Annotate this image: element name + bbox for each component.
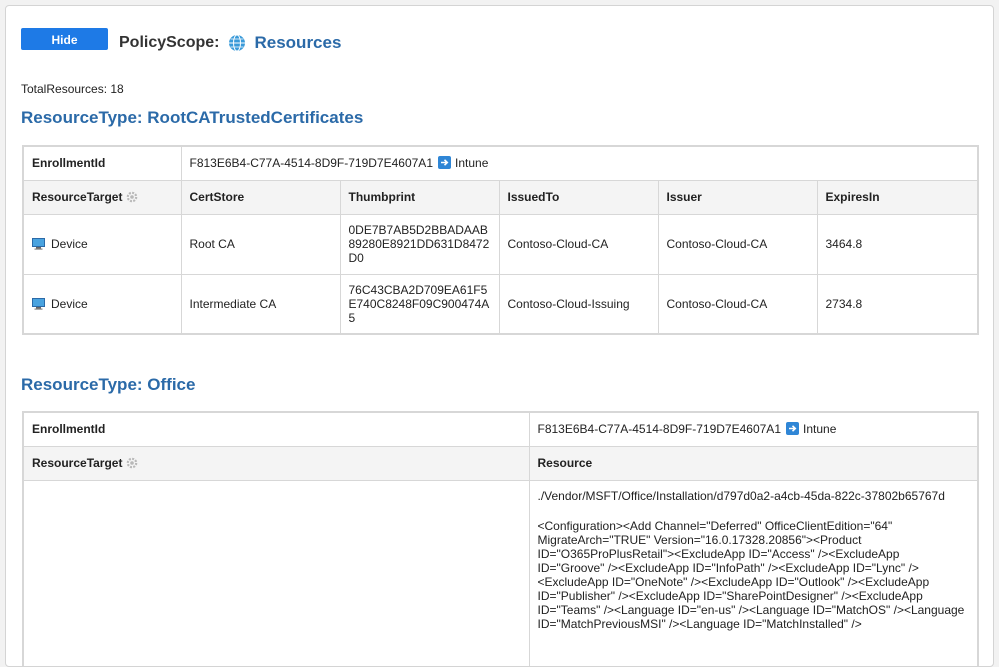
target-cell: Device <box>22 273 182 335</box>
office-table: EnrollmentId F813E6B4-C77A-4514-8D9F-719… <box>22 411 979 666</box>
header-row: ResourceTarget Resource <box>22 445 979 481</box>
issuedto-cell: Contoso-Cloud-Issuing <box>498 273 659 335</box>
column-header-certstore: CertStore <box>180 179 341 215</box>
gear-icon[interactable] <box>126 191 138 203</box>
issuer-cell: Contoso-Cloud-CA <box>657 213 818 275</box>
report-panel: Hide PolicyScope: Resources TotalResourc… <box>5 5 994 667</box>
column-header-thumbprint: Thumbprint <box>339 179 500 215</box>
expiresin-cell: 3464.8 <box>816 213 979 275</box>
table-row: Device Intermediate CA 76C43CBA2D709EA61… <box>22 273 979 335</box>
arrow-right-icon <box>438 156 451 170</box>
column-header-issuedto: IssuedTo <box>498 179 659 215</box>
policy-scope: PolicyScope: Resources <box>119 33 341 53</box>
resource-cell: ./Vendor/MSFT/Office/Installation/d797d0… <box>528 479 979 666</box>
thumbprint-cell: 76C43CBA2D709EA61F5E740C8248F09C900474A5 <box>339 273 500 335</box>
computer-icon <box>32 238 45 250</box>
enrollment-label: EnrollmentId <box>22 145 182 181</box>
resource-config: <Configuration><Add Channel="Deferred" O… <box>537 518 965 631</box>
policy-scope-label: PolicyScope: <box>119 34 220 51</box>
table-row: ./Vendor/MSFT/Office/Installation/d797d0… <box>22 479 979 666</box>
enrollment-row: EnrollmentId F813E6B4-C77A-4514-8D9F-719… <box>22 411 979 447</box>
certstore-cell: Root CA <box>180 213 341 275</box>
thumbprint-cell: 0DE7B7AB5D2BBADAAB89280E8921DD631D8472D0 <box>339 213 500 275</box>
enrollment-provider: Intune <box>455 156 489 171</box>
enrollment-id: F813E6B4-C77A-4514-8D9F-719D7E4607A1 <box>537 422 782 437</box>
column-header-resourcetarget[interactable]: ResourceTarget <box>22 179 182 215</box>
resource-type-heading-certificates: ResourceType: RootCATrustedCertificates <box>21 108 364 127</box>
certificates-table: EnrollmentId F813E6B4-C77A-4514-8D9F-719… <box>22 145 980 335</box>
total-resources: TotalResources: 18 <box>21 82 124 96</box>
enrollment-value: F813E6B4-C77A-4514-8D9F-719D7E4607A1 Intu… <box>180 145 979 181</box>
gear-icon[interactable] <box>126 457 138 469</box>
resource-type-heading-office: ResourceType: Office <box>21 375 196 394</box>
policy-scope-value: Resources <box>254 33 342 52</box>
enrollment-id: F813E6B4-C77A-4514-8D9F-719D7E4607A1 <box>189 156 434 171</box>
enrollment-provider: Intune <box>803 422 837 437</box>
globe-icon <box>229 34 246 52</box>
enrollment-row: EnrollmentId F813E6B4-C77A-4514-8D9F-719… <box>22 145 979 181</box>
target-cell <box>22 479 530 666</box>
hide-button[interactable]: Hide <box>21 28 108 50</box>
column-header-expiresin: ExpiresIn <box>816 179 979 215</box>
enrollment-label: EnrollmentId <box>22 411 530 447</box>
issuer-cell: Contoso-Cloud-CA <box>657 273 818 335</box>
expiresin-cell: 2734.8 <box>816 273 979 335</box>
column-header-resourcetarget[interactable]: ResourceTarget <box>22 445 530 481</box>
header-row: ResourceTarget CertStore Thumbprint Issu… <box>22 179 979 215</box>
resource-path: ./Vendor/MSFT/Office/Installation/d797d0… <box>537 488 945 503</box>
issuedto-cell: Contoso-Cloud-CA <box>498 213 659 275</box>
column-header-resource: Resource <box>528 445 979 481</box>
arrow-right-icon <box>786 422 799 436</box>
column-header-issuer: Issuer <box>657 179 818 215</box>
computer-icon <box>32 297 45 310</box>
certstore-cell: Intermediate CA <box>180 273 341 335</box>
enrollment-value: F813E6B4-C77A-4514-8D9F-719D7E4607A1 Intu… <box>528 411 979 447</box>
table-row: Device Root CA 0DE7B7AB5D2BBADAAB89280E8… <box>22 213 979 275</box>
target-cell: Device <box>22 213 182 275</box>
